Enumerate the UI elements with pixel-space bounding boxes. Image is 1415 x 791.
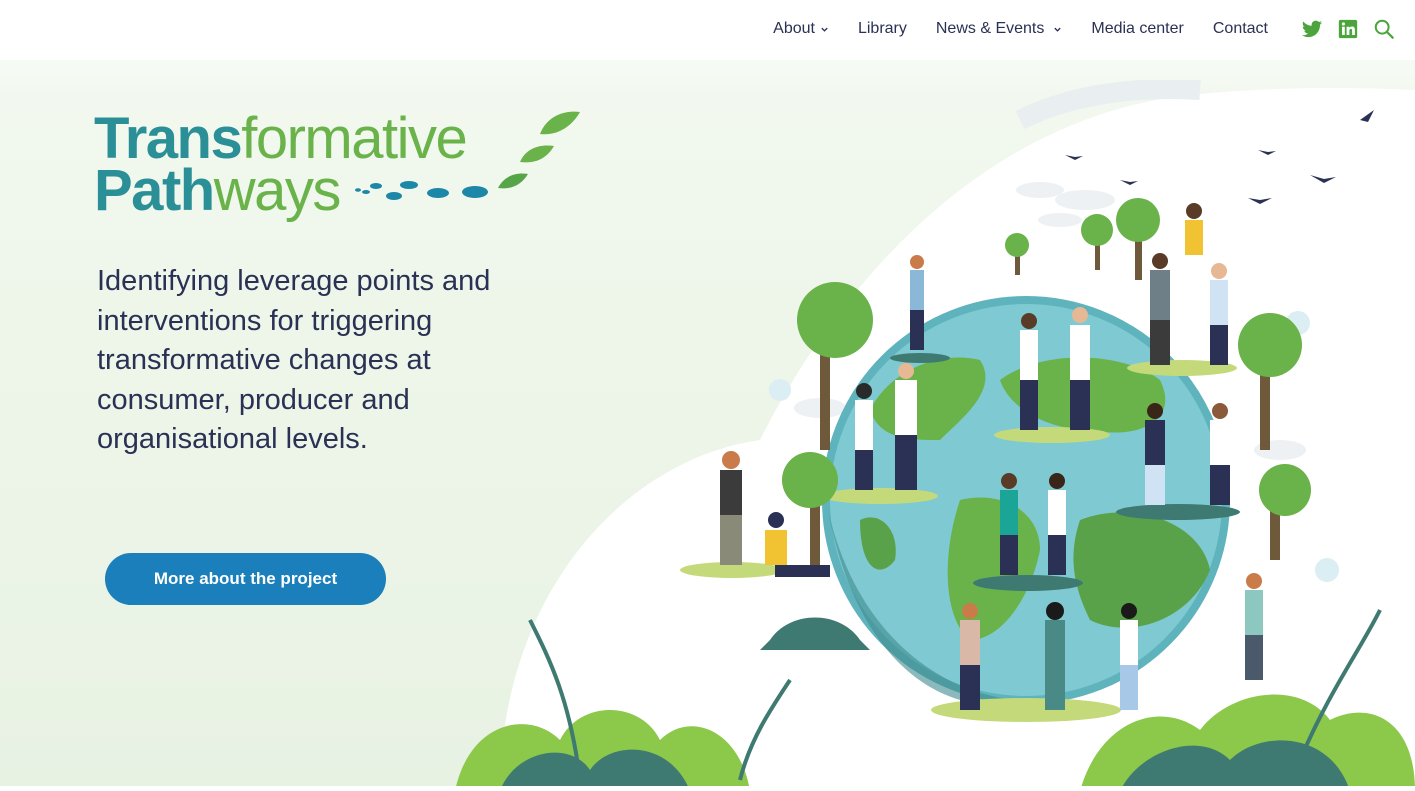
logo-line-2: Pathways	[94, 162, 341, 220]
nav-item-label: About	[773, 20, 815, 37]
twitter-icon[interactable]	[1301, 18, 1323, 40]
nav-item-news-events[interactable]: News & Events	[936, 20, 1062, 38]
search-icon[interactable]	[1373, 18, 1395, 40]
site-header: About Library News & Events Media center…	[0, 0, 1415, 60]
nav-item-library[interactable]: Library	[858, 20, 907, 38]
bottom-border	[0, 786, 1415, 791]
chevron-down-icon	[1054, 27, 1062, 32]
nav-item-label: Library	[857, 20, 907, 37]
social-links	[1301, 18, 1395, 40]
nav-item-media-center[interactable]: Media center	[1091, 20, 1184, 38]
nav-item-label: News & Events	[935, 20, 1045, 37]
nav-item-about[interactable]: About	[773, 20, 829, 38]
nav-item-contact[interactable]: Contact	[1213, 20, 1268, 38]
linkedin-icon[interactable]	[1337, 18, 1359, 40]
main-nav: About Library News & Events Media center…	[744, 0, 1395, 58]
chevron-down-icon	[821, 27, 828, 32]
globe-people-illustration	[455, 80, 1415, 791]
logo-text-bold: Path	[94, 158, 215, 223]
nav-item-label: Contact	[1212, 20, 1268, 37]
logo-text-light: ways	[213, 158, 342, 223]
more-about-project-button[interactable]: More about the project	[105, 553, 386, 605]
nav-item-label: Media center	[1091, 20, 1184, 37]
